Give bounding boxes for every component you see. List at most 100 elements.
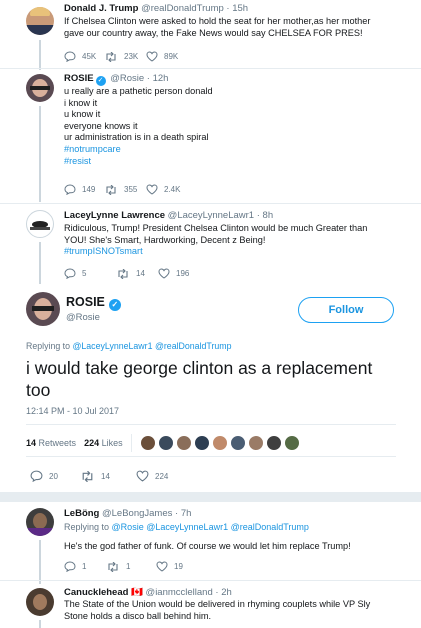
heart-icon (146, 51, 158, 62)
liker-avatar[interactable] (229, 435, 246, 451)
hashtag-link[interactable]: #notrumpcare (64, 144, 213, 156)
thread-line (39, 242, 41, 284)
author-handle[interactable]: @LaceyLynneLawr1 (168, 210, 254, 221)
tweet-time[interactable]: 2h (221, 587, 232, 598)
tweet-time[interactable]: 15h (232, 3, 248, 14)
tweet-time[interactable]: 12h (153, 73, 169, 84)
liker-avatar[interactable] (157, 435, 174, 451)
reply-button[interactable]: 149 (64, 184, 104, 195)
avatar-canucklehead[interactable] (26, 588, 54, 616)
thread-line (39, 540, 41, 584)
heart-icon (156, 561, 168, 572)
avatar-rosie[interactable] (26, 292, 60, 326)
retweet-icon (108, 561, 118, 572)
reply-icon (64, 184, 76, 195)
retweet-icon (82, 470, 93, 482)
heart-icon (158, 268, 170, 279)
like-button[interactable]: 89K (146, 51, 178, 62)
tweet-text: He's the god father of funk. Of course w… (64, 541, 351, 551)
author-name[interactable]: LaceyLynne Lawrence (64, 210, 165, 221)
like-button[interactable]: 2.4K (146, 184, 180, 195)
reply-button[interactable]: 45K (64, 51, 104, 62)
hashtag-link[interactable]: #trumpISNOTsmart (64, 246, 367, 258)
like-button[interactable]: 19 (156, 561, 183, 572)
thread-line (39, 40, 41, 70)
verified-badge-icon: ✓ (95, 76, 106, 86)
retweet-icon (106, 184, 116, 195)
retweet-button[interactable]: 1 (106, 561, 156, 572)
mention-link[interactable]: @Rosie (112, 522, 144, 532)
liker-avatar[interactable] (211, 435, 228, 451)
reply-button[interactable]: 1 (64, 561, 106, 572)
retweet-icon (106, 51, 116, 62)
section-gap (0, 492, 421, 502)
reply-button[interactable]: 20 (30, 470, 80, 482)
retweet-button[interactable]: 355 (104, 184, 146, 195)
reply-icon (64, 561, 76, 572)
mention-link[interactable]: @LaceyLynneLawr1 (146, 522, 228, 532)
like-button[interactable]: 196 (158, 268, 189, 279)
retweets-stat[interactable]: 14 Retweets (26, 438, 76, 448)
reply-icon (64, 268, 76, 279)
dot-separator: · (256, 210, 260, 221)
liker-avatar[interactable] (265, 435, 282, 451)
mention-link[interactable]: @realDonaldTrump (155, 341, 232, 351)
dot-separator: · (226, 3, 230, 14)
author-name[interactable]: Donald J. Trump (64, 3, 138, 14)
tweet-text: If Chelsea Clinton were asked to hold th… (64, 16, 371, 38)
heart-icon (136, 470, 149, 482)
engagement-stats: 14 Retweets 224 Likes (26, 430, 302, 456)
author-name[interactable]: Canucklehead (64, 587, 128, 598)
tweet-timestamp[interactable]: 12:14 PM - 10 Jul 2017 (26, 406, 119, 416)
avatar-trump[interactable] (26, 7, 54, 35)
reply-icon (30, 470, 43, 482)
divider (26, 456, 396, 457)
reply-button[interactable]: 5 (64, 268, 116, 279)
tweet-text: The State of the Union would be delivere… (64, 599, 371, 621)
thread-line (39, 106, 41, 202)
liker-avatar[interactable] (247, 435, 264, 451)
likes-stat[interactable]: 224 Likes (84, 438, 123, 448)
hashtag-link[interactable]: #resist (64, 156, 213, 168)
like-button[interactable]: 224 (136, 470, 168, 482)
replying-to: Replying to @Rosie @LaceyLynneLawr1 @rea… (64, 522, 309, 532)
retweet-button[interactable]: 14 (116, 268, 158, 279)
divider (0, 68, 421, 69)
avatar-rosie[interactable] (26, 74, 54, 102)
thread-line (39, 620, 41, 628)
tweet-text: u really are a pathetic person donald i … (64, 86, 213, 168)
author-handle[interactable]: @Rosie (66, 312, 100, 323)
author-handle[interactable]: @LeBongJames (102, 508, 172, 519)
retweet-icon (118, 268, 128, 279)
tweet-text-large: i would take george clinton as a replace… (26, 358, 373, 400)
author-name[interactable]: ROSIE (64, 73, 94, 84)
heart-icon (146, 184, 158, 195)
tweet-time[interactable]: 7h (181, 508, 192, 519)
author-handle[interactable]: @Rosie (110, 73, 144, 84)
tweet-text: Ridiculous, Trump! President Chelsea Cli… (64, 223, 368, 258)
avatar-lebong[interactable] (26, 508, 54, 536)
verified-badge-icon: ✓ (108, 299, 121, 311)
mention-link[interactable]: @realDonaldTrump (231, 522, 309, 532)
canada-flag-icon: 🇨🇦 (131, 587, 143, 598)
author-name[interactable]: ROSIE (66, 295, 105, 309)
author-name[interactable]: LeBöng (64, 508, 99, 519)
liker-avatar[interactable] (139, 435, 156, 451)
liker-avatar[interactable] (283, 435, 300, 451)
divider (26, 424, 396, 425)
divider (0, 203, 421, 204)
liker-avatar[interactable] (175, 435, 192, 451)
follow-button[interactable]: Follow (298, 297, 394, 323)
tweet-time[interactable]: 8h (263, 210, 274, 221)
reply-icon (64, 51, 76, 62)
dot-separator: · (175, 508, 179, 519)
dot-separator: · (215, 587, 219, 598)
author-handle[interactable]: @ianmcclelland (146, 587, 213, 598)
retweet-button[interactable]: 23K (104, 51, 146, 62)
author-handle[interactable]: @realDonaldTrump (141, 3, 224, 14)
retweet-button[interactable]: 14 (80, 470, 136, 482)
divider (0, 580, 421, 581)
mention-link[interactable]: @LaceyLynneLawr1 (72, 341, 152, 351)
liker-avatar[interactable] (193, 435, 210, 451)
avatar-laceylynne[interactable] (26, 210, 54, 238)
